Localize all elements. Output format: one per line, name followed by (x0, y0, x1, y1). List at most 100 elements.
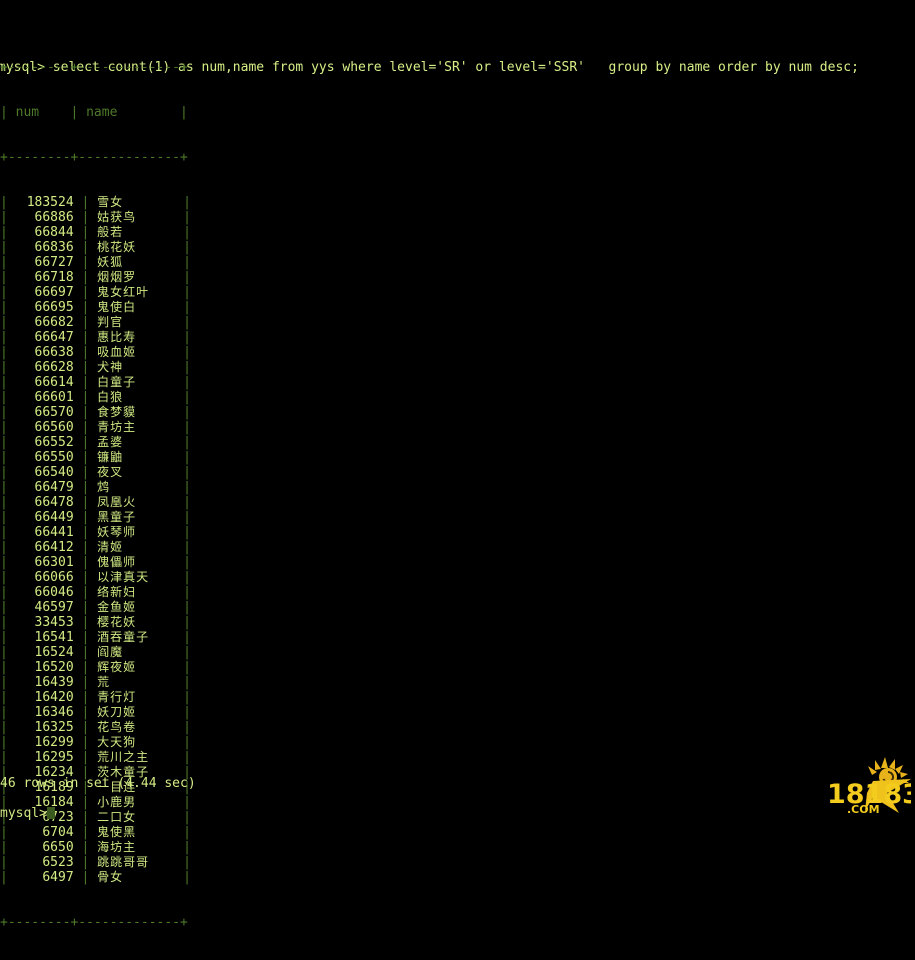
table-header-row: | num | name | (0, 105, 188, 120)
table-row: | 16420 | 青行灯 | (0, 690, 191, 705)
row-border-left: | (0, 300, 16, 315)
row-border-right: | (183, 270, 191, 285)
cell-num: 16346 (34, 705, 74, 720)
row-border-mid: | (73, 540, 98, 555)
cell-num: 66886 (34, 210, 74, 225)
row-border-right: | (183, 435, 191, 450)
row-border-mid: | (73, 570, 98, 585)
row-border-mid: | (73, 690, 98, 705)
cell-name: 凤凰火 (97, 495, 137, 509)
sunburst-icon (868, 757, 909, 783)
cell-name: 惠比寿 (97, 330, 137, 344)
table-row: | 66647 | 惠比寿 | (0, 330, 191, 345)
row-border-right: | (183, 525, 191, 540)
cell-num: 16524 (34, 645, 74, 660)
row-border-mid: | (73, 750, 98, 765)
row-border-mid: | (73, 705, 98, 720)
row-border-left: | (0, 225, 16, 240)
row-border-mid: | (73, 630, 98, 645)
cell-name: 樱花妖 (97, 615, 137, 629)
row-border-left: | (0, 600, 16, 615)
row-border-left: | (0, 735, 16, 750)
row-border-mid: | (73, 210, 98, 225)
row-border-mid: | (73, 555, 98, 570)
table-row: | 16541 | 酒吞童子 | (0, 630, 191, 645)
row-border-mid: | (73, 720, 98, 735)
cell-name: 阎魔 (97, 645, 124, 659)
row-border-mid: | (73, 525, 98, 540)
table-row: | 66560 | 青坊主 | (0, 420, 191, 435)
row-border-mid: | (73, 675, 98, 690)
row-border-mid: | (73, 270, 98, 285)
table-row: | 66478 | 凤凰火 | (0, 495, 191, 510)
row-border-right: | (183, 840, 191, 855)
watermark-suffix-text: .COM (847, 803, 880, 816)
cell-num: 66550 (34, 450, 74, 465)
cell-name: 鬼使白 (97, 300, 137, 314)
cell-name: 桃花妖 (97, 240, 137, 254)
row-border-right: | (183, 870, 191, 885)
cell-num: 66552 (34, 435, 74, 450)
row-border-right: | (183, 540, 191, 555)
row-border-left: | (0, 660, 16, 675)
table-row: | 6523 | 跳跳哥哥 | (0, 855, 191, 870)
row-border-left: | (0, 210, 16, 225)
row-border-left: | (0, 840, 16, 855)
table-row: | 16346 | 妖刀姬 | (0, 705, 191, 720)
row-border-left: | (0, 870, 16, 885)
row-border-left: | (0, 825, 16, 840)
row-border-right: | (183, 405, 191, 420)
table-row: | 66550 | 镰鼬 | (0, 450, 191, 465)
row-border-mid: | (73, 390, 98, 405)
table-row: | 66412 | 清姬 | (0, 540, 191, 555)
row-border-right: | (183, 480, 191, 495)
row-border-right: | (183, 210, 191, 225)
row-border-mid: | (73, 510, 98, 525)
row-border-left: | (0, 585, 16, 600)
cell-num: 66697 (34, 285, 74, 300)
cell-name: 吸血姬 (97, 345, 137, 359)
row-border-mid: | (73, 435, 98, 450)
row-border-left: | (0, 555, 16, 570)
table-row: | 6704 | 鬼使黑 | (0, 825, 191, 840)
row-border-right: | (183, 705, 191, 720)
cell-num: 33453 (34, 615, 74, 630)
cell-name: 青行灯 (97, 690, 137, 704)
row-border-left: | (0, 690, 16, 705)
row-border-mid: | (73, 330, 98, 345)
cell-num: 66066 (34, 570, 74, 585)
row-border-mid: | (73, 795, 98, 810)
row-border-right: | (183, 585, 191, 600)
row-border-right: | (183, 255, 191, 270)
cell-num: 66682 (34, 315, 74, 330)
cell-name: 花鸟卷 (97, 720, 137, 734)
table-row: | 16520 | 辉夜姬 | (0, 660, 191, 675)
row-border-mid: | (73, 405, 98, 420)
table-top-rule: +--------+-------------+ (0, 60, 188, 75)
row-border-left: | (0, 540, 16, 555)
table-row: | 66682 | 判官 | (0, 315, 191, 330)
row-border-right: | (183, 690, 191, 705)
row-border-mid: | (73, 810, 98, 825)
table-row: | 66570 | 食梦貘 | (0, 405, 191, 420)
row-border-left: | (0, 855, 16, 870)
table-row: | 6650 | 海坊主 | (0, 840, 191, 855)
cell-num: 66628 (34, 360, 74, 375)
cell-num: 66836 (34, 240, 74, 255)
table-row: | 66628 | 犬神 | (0, 360, 191, 375)
row-border-left: | (0, 195, 16, 210)
terminal-cursor[interactable] (46, 807, 55, 819)
table-row: | 66449 | 黑童子 | (0, 510, 191, 525)
row-border-left: | (0, 315, 16, 330)
row-border-mid: | (73, 345, 98, 360)
table-row: | 66836 | 桃花妖 | (0, 240, 191, 255)
row-border-mid: | (73, 225, 98, 240)
cell-name: 酒吞童子 (97, 630, 150, 644)
table-row: | 66844 | 般若 | (0, 225, 191, 240)
row-border-right: | (183, 735, 191, 750)
cell-num: 16541 (34, 630, 74, 645)
row-border-left: | (0, 720, 16, 735)
table-row: | 33453 | 樱花妖 | (0, 615, 191, 630)
row-border-left: | (0, 570, 16, 585)
row-border-right: | (183, 510, 191, 525)
